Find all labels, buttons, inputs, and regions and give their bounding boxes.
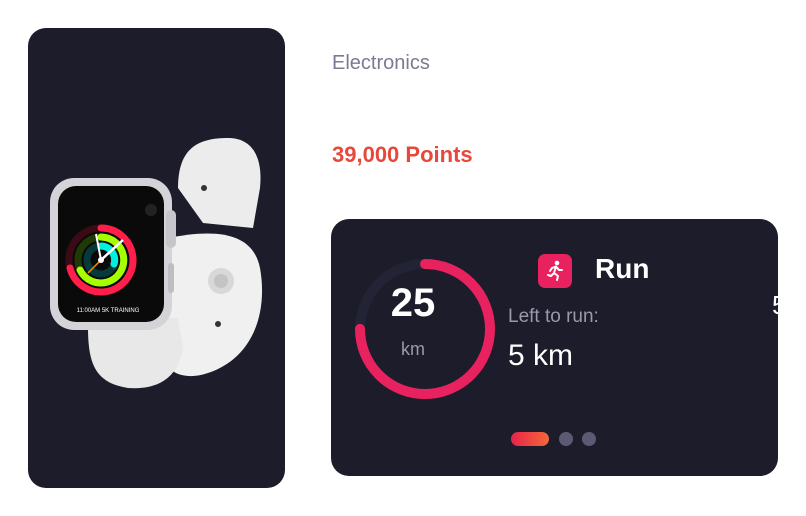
- progress-ring: [355, 259, 495, 399]
- pagination-dot-active[interactable]: [511, 432, 549, 446]
- product-category: Electronics: [332, 52, 430, 74]
- left-to-run-label: Left to run:: [508, 306, 599, 327]
- running-person-icon: [538, 254, 572, 288]
- ring-value: 25: [390, 281, 436, 325]
- smartwatch-image: 11:00AM 5K TRAINING: [50, 138, 263, 389]
- product-image-card[interactable]: 11:00AM 5K TRAINING: [28, 28, 285, 488]
- ring-unit: km: [401, 339, 425, 359]
- run-title: Run: [595, 253, 650, 284]
- left-to-run-value: 5 km: [508, 339, 574, 372]
- pagination-dot[interactable]: [559, 432, 573, 446]
- watch-face-text: 11:00AM 5K TRAINING: [77, 308, 140, 314]
- pagination-dot[interactable]: [582, 432, 596, 446]
- next-card-peek: 5: [772, 290, 787, 320]
- product-points: 39,000 Points: [332, 142, 473, 167]
- run-activity-card[interactable]: 25 km Run Left to run: 5 km: [331, 219, 778, 476]
